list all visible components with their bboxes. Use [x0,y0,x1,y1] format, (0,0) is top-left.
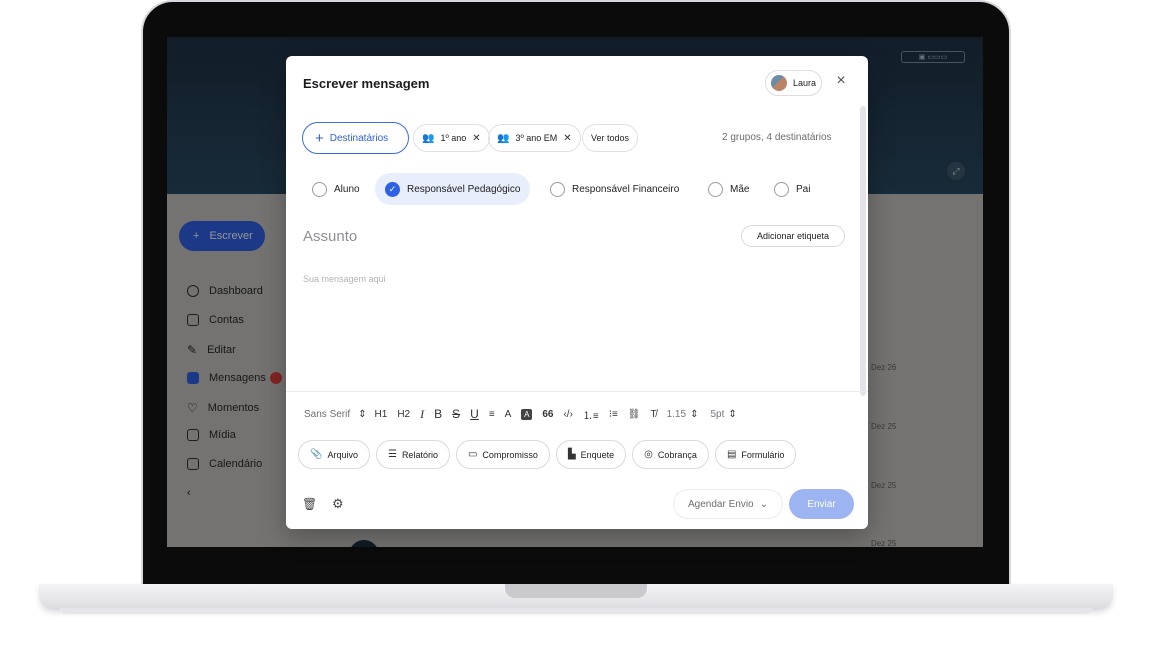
user-chip[interactable]: Laura [765,70,822,96]
scrollbar[interactable] [860,106,866,396]
subject-input[interactable]: Assunto [303,228,357,245]
plus-icon: + [315,129,324,147]
divider [286,391,868,392]
schedule-button[interactable]: Agendar Envio ⌄ [673,489,783,519]
group-chip-label: 1º ano [440,133,467,143]
avatar [771,75,787,91]
checkmark-icon: ✓ [385,181,400,197]
italic-button[interactable]: I [420,405,424,423]
attachment-row: 📎 Arquivo ☰ Relatório ▭ Compromisso ▙ En… [298,440,797,470]
h2-button[interactable]: H2 [397,405,410,423]
group-icon: 👥 [422,132,435,144]
sort-icon: ⇕ [728,408,737,420]
font-size-select[interactable]: 5pt [710,405,724,423]
attach-label: Enquete [580,449,615,460]
see-all-label: Ver todos [591,133,630,143]
code-icon[interactable]: ‹/› [563,405,572,423]
bold-button[interactable]: B [434,405,442,423]
chevron-down-icon: ⌄ [759,498,768,510]
trash-icon[interactable]: 🗑 [302,497,317,511]
gear-icon[interactable]: ⚙ [332,496,344,512]
sort-icon: ⇕ [358,408,367,420]
attach-label: Arquivo [327,449,358,460]
role-label: Aluno [334,183,360,195]
stage: ▣ ▭▭▭ ⤢ + Escrever Dashboard Contas ✎ Ed… [0,0,1152,648]
group-chip[interactable]: 👥 3º ano EM ✕ [488,124,581,152]
font-select[interactable]: Sans Serif [304,405,350,423]
remove-icon[interactable]: ✕ [472,133,480,144]
h1-button[interactable]: H1 [375,405,388,423]
role-option[interactable]: Pai [774,173,810,205]
attach-form-button[interactable]: ▤ Formulário [714,440,797,469]
role-selector: Aluno ✓ Responsável Pedagógico Responsáv… [308,173,848,205]
attach-appointment-button[interactable]: ▭ Compromisso [455,440,550,469]
role-option[interactable]: Mãe [708,173,749,205]
group-chip-label: 3º ano EM [515,133,558,143]
radio-icon [774,181,789,197]
ordered-list-icon[interactable]: ⒈≡ [583,405,599,423]
strike-button[interactable]: S [452,405,460,423]
underline-button[interactable]: U [470,405,479,423]
clear-format-icon[interactable]: T̸ [650,405,656,423]
link-icon[interactable]: ⛓ [628,405,641,423]
radio-icon [708,181,723,197]
recipients-summary: 2 grupos, 4 destinatários [722,132,832,143]
message-editor[interactable]: Sua mensagem aqui [303,274,386,284]
poll-icon: ▙ [567,449,576,460]
attach-label: Formulário [741,449,785,460]
attach-report-button[interactable]: ☰ Relatório [375,440,450,469]
group-icon: 👥 [497,132,510,144]
schedule-label: Agendar Envio [688,498,754,510]
attach-label: Relatório [401,449,438,460]
recipients-button-label: Destinatários [329,132,389,144]
attach-file-button[interactable]: 📎 Arquivo [298,440,370,469]
quote-button[interactable]: 66 [542,405,553,423]
list-icon: ☰ [387,449,397,460]
laptop-foot [60,608,1092,614]
role-option[interactable]: Responsável Financeiro [550,173,679,205]
radio-icon [550,181,565,197]
radio-icon [312,181,327,197]
role-option[interactable]: Aluno [312,173,360,205]
bullet-list-icon[interactable]: ⁝≡ [609,405,618,423]
user-name: Laura [793,78,817,88]
calendar-icon: ▭ [467,449,478,460]
role-label: Responsável Pedagógico [407,183,521,195]
compose-modal: Escrever mensagem Laura × + Destinatário… [286,56,868,529]
role-label: Pai [796,183,811,195]
see-all-button[interactable]: Ver todos [582,124,639,152]
form-icon: ▤ [726,449,737,460]
recipients-button[interactable]: + Destinatários [302,122,409,154]
format-toolbar: Sans Serif ⇕ H1 H2 I B S U ≡ A A 66 ‹/› … [304,405,804,423]
laptop-notch [505,584,647,598]
role-option[interactable]: ✓ Responsável Pedagógico [375,173,531,205]
role-label: Mãe [730,183,750,195]
add-tag-button[interactable]: Adicionar etiqueta [741,225,845,247]
highlight-icon[interactable]: A [521,408,533,420]
remove-icon[interactable]: ✕ [563,133,571,144]
align-icon[interactable]: ≡ [489,405,495,423]
send-button[interactable]: Enviar [789,489,854,519]
attach-payment-button[interactable]: ◎ Cobrança [632,440,709,469]
paperclip-icon: 📎 [310,449,323,460]
modal-title: Escrever mensagem [303,76,430,91]
attach-label: Cobrança [657,449,697,460]
group-chip[interactable]: 👥 1º ano ✕ [413,124,490,152]
payment-icon: ◎ [644,449,653,460]
line-height-select[interactable]: 1.15 [667,405,686,423]
sort-icon: ⇕ [690,408,699,420]
role-label: Responsável Financeiro [572,183,680,195]
attach-poll-button[interactable]: ▙ Enquete [555,440,627,469]
attach-label: Compromisso [482,449,538,460]
close-icon[interactable]: × [833,73,849,89]
text-color-icon[interactable]: A [505,405,512,423]
